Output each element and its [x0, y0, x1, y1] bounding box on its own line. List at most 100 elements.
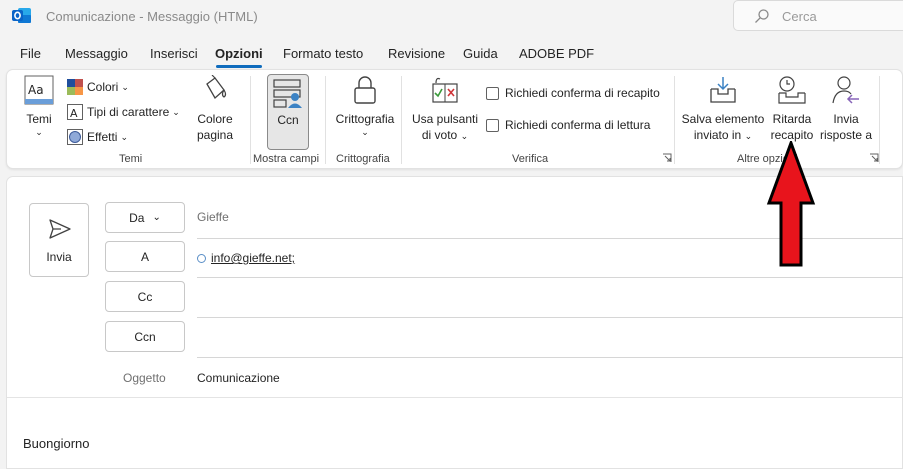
group-separator [879, 76, 880, 164]
cc-button[interactable]: Cc [105, 281, 185, 312]
annotation-arrow-icon [766, 141, 816, 267]
save-sent-item-icon [710, 77, 736, 103]
search-box[interactable]: Cerca [733, 0, 903, 31]
title-bar: Comunicazione - Messaggio (HTML) Cerca [0, 0, 903, 34]
tab-file[interactable]: File [20, 46, 41, 61]
tab-guida[interactable]: Guida [463, 46, 498, 61]
from-value: Gieffe [197, 210, 229, 224]
dialog-launcher-icon[interactable] [662, 153, 672, 163]
cc-button-label: Cc [137, 289, 153, 304]
voting-icon [432, 77, 458, 103]
encrypt-button[interactable]: Crittografia ⌄ [334, 75, 396, 137]
delay-delivery-icon [778, 76, 806, 104]
save-sent-label-1: Salva elemento [681, 112, 765, 126]
effects-label: Effetti [87, 130, 118, 144]
chevron-down-icon: ⌄ [152, 212, 161, 223]
send-label: Invia [46, 250, 72, 264]
window-title: Comunicazione - Messaggio (HTML) [46, 9, 258, 24]
to-address[interactable]: info@gieffe.net; [211, 251, 295, 265]
encrypt-label: Crittografia [335, 112, 395, 126]
paint-bucket-icon [206, 75, 227, 100]
read-receipt-option[interactable]: Richiedi conferma di lettura [486, 116, 650, 134]
chevron-down-icon: ⌄ [361, 127, 369, 137]
group-separator [401, 76, 402, 164]
delay-delivery-button[interactable]: Ritarda recapito [767, 75, 817, 143]
chevron-down-icon: ⌄ [744, 131, 753, 141]
search-icon [755, 9, 769, 23]
from-button-label: Da [129, 210, 145, 225]
fonts-button[interactable]: A Tipi di carattere ⌄ [67, 103, 180, 121]
themes-label: Temi [26, 112, 52, 126]
direct-replies-label-1: Invia [833, 112, 859, 126]
group-separator [325, 76, 326, 164]
dialog-launcher-icon[interactable] [869, 153, 879, 163]
direct-replies-label-2: risposte a [819, 128, 873, 142]
bcc-button-label: Ccn [134, 329, 156, 344]
svg-text:A: A [70, 107, 78, 120]
font-icon: A [67, 104, 83, 120]
group-label-temi: Temi [119, 153, 143, 165]
send-button[interactable]: Invia [29, 203, 89, 277]
page-color-label-2: pagina [196, 128, 234, 142]
effects-button[interactable]: Effetti ⌄ [67, 128, 128, 146]
direct-replies-button[interactable]: Invia risposte a [819, 75, 873, 143]
subject-field[interactable]: Comunicazione [197, 371, 280, 385]
delivery-receipt-option[interactable]: Richiedi conferma di recapito [486, 84, 660, 102]
subject-label: Oggetto [123, 371, 166, 385]
voting-label-1: Usa pulsanti [411, 112, 479, 126]
voting-label-2: di voto ⌄ [410, 127, 480, 144]
themes-icon: Aa [24, 75, 54, 105]
bcc-button[interactable]: Ccn [105, 321, 185, 352]
chevron-down-icon: ⌄ [172, 106, 180, 117]
send-icon [49, 219, 71, 239]
field-divider [197, 277, 903, 278]
fonts-label: Tipi di carattere [87, 105, 170, 119]
tab-formato-testo[interactable]: Formato testo [283, 46, 363, 61]
save-sent-item-button[interactable]: Salva elemento inviato in ⌄ [681, 75, 765, 144]
message-body[interactable]: Buongiorno [23, 436, 90, 451]
outlook-icon[interactable] [12, 7, 32, 25]
bcc-toggle-button[interactable]: Ccn [267, 74, 309, 150]
group-separator [250, 76, 251, 164]
svg-text:Aa: Aa [28, 83, 44, 97]
colors-button[interactable]: Colori ⌄ [67, 78, 129, 96]
from-button[interactable]: Da ⌄ [105, 202, 185, 233]
read-receipt-label: Richiedi conferma di lettura [505, 118, 651, 132]
colors-icon [67, 79, 83, 95]
tab-opzioni[interactable]: Opzioni [215, 46, 263, 61]
group-separator [674, 76, 675, 164]
voting-buttons-button[interactable]: Usa pulsanti di voto ⌄ [410, 75, 480, 144]
group-label-crittografia: Crittografia [336, 153, 390, 165]
lock-icon [354, 76, 376, 104]
themes-button[interactable]: Aa Temi ⌄ [19, 75, 59, 137]
chevron-down-icon: ⌄ [121, 81, 129, 92]
group-label-mostra-campi: Mostra campi [253, 153, 320, 165]
delay-delivery-label-1: Ritarda [772, 112, 812, 126]
chevron-down-icon: ⌄ [460, 131, 469, 141]
page-color-button[interactable]: Colore pagina [187, 75, 243, 143]
bcc-icon [273, 79, 302, 108]
page-color-label-1: Colore [197, 112, 233, 126]
to-recipient[interactable]: info@gieffe.net; [197, 251, 295, 265]
read-receipt-checkbox[interactable] [486, 118, 499, 132]
cc-field[interactable] [197, 317, 903, 318]
group-label-verifica: Verifica [512, 153, 549, 165]
body-divider [7, 397, 903, 398]
tab-inserisci[interactable]: Inserisci [150, 46, 198, 61]
to-button[interactable]: A [105, 241, 185, 272]
voting-label-2-text: di voto [421, 128, 458, 142]
bcc-field[interactable] [197, 357, 903, 358]
effects-icon [67, 129, 83, 145]
active-tab-indicator [216, 65, 262, 68]
tab-adobe-pdf[interactable]: ADOBE PDF [519, 46, 594, 61]
tab-messaggio[interactable]: Messaggio [65, 46, 128, 61]
delivery-receipt-checkbox[interactable] [486, 86, 499, 100]
tab-revisione[interactable]: Revisione [388, 46, 445, 61]
menu-bar: File Messaggio Inserisci Opzioni Formato… [0, 42, 903, 68]
colors-label: Colori [87, 80, 119, 94]
chevron-down-icon: ⌄ [120, 131, 129, 142]
presence-icon [197, 253, 206, 263]
direct-replies-icon [832, 76, 859, 104]
save-sent-label-2-text: inviato in [693, 128, 742, 142]
bcc-toggle-label: Ccn [277, 113, 299, 127]
